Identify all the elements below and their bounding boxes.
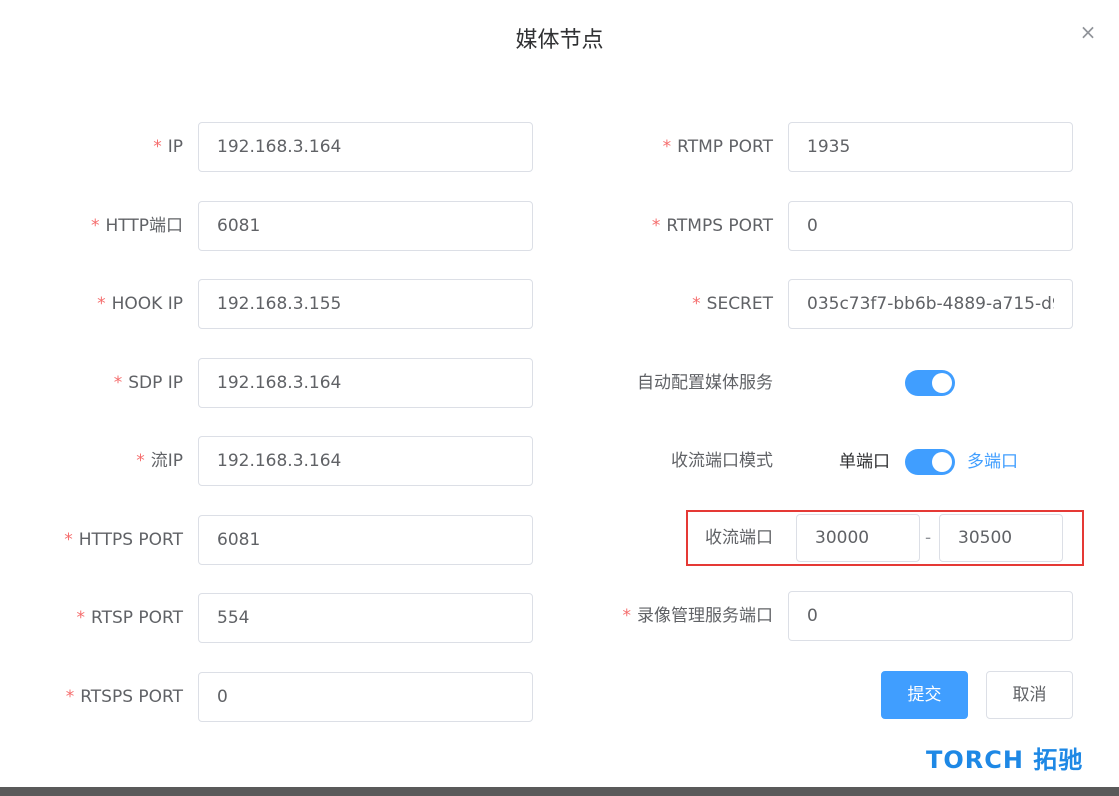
secret-label-text: SECRET (706, 294, 773, 314)
rtmps-port-label: * RTMPS PORT (560, 201, 773, 251)
auto-config-switch[interactable] (905, 370, 955, 396)
rtmps-port-input[interactable] (788, 201, 1073, 251)
record-port-input[interactable] (788, 591, 1073, 641)
bottom-bar (0, 787, 1119, 796)
sdp-ip-label: * SDP IP (0, 358, 183, 408)
https-port-label-text: HTTPS PORT (78, 530, 183, 550)
sdp-ip-label-text: SDP IP (128, 373, 183, 393)
auto-config-label: 自动配置媒体服务 (637, 373, 773, 393)
required-mark: * (65, 687, 75, 707)
rtsps-port-label-text: RTSPS PORT (80, 687, 183, 707)
single-port-text[interactable]: 单端口 (839, 449, 890, 475)
required-mark: * (113, 373, 123, 393)
switch-knob (932, 373, 952, 393)
http-port-label: * HTTP端口 (0, 201, 183, 251)
port-range-separator: - (925, 528, 932, 548)
hook-ip-label-text: HOOK IP (111, 294, 183, 314)
stream-ip-label: * 流IP (0, 436, 183, 486)
close-icon[interactable]: × (1078, 22, 1098, 42)
rtsps-port-input[interactable] (198, 672, 533, 722)
hook-ip-label: * HOOK IP (0, 279, 183, 329)
required-mark: * (64, 530, 73, 550)
record-port-label: * 录像管理服务端口 (560, 591, 774, 641)
ip-input[interactable] (198, 122, 533, 172)
https-port-label: * HTTPS PORT (0, 515, 183, 565)
stream-ip-input[interactable] (198, 436, 533, 486)
port-range-start-input[interactable] (796, 514, 920, 562)
secret-label: * SECRET (560, 279, 773, 329)
rtsp-port-label: * RTSP PORT (0, 593, 184, 643)
rtsp-port-label-text: RTSP PORT (91, 608, 183, 628)
submit-button[interactable]: 提交 (881, 671, 968, 719)
stream-ip-label-text: 流IP (150, 451, 183, 471)
required-mark: * (662, 137, 672, 157)
rtsp-port-input[interactable] (198, 593, 533, 643)
https-port-input[interactable] (198, 515, 533, 565)
secret-input[interactable] (788, 279, 1073, 329)
required-mark: * (153, 137, 162, 157)
switch-knob (932, 452, 952, 472)
http-port-label-text: HTTP端口 (105, 216, 183, 236)
hook-ip-input[interactable] (198, 279, 533, 329)
required-mark: * (692, 294, 701, 314)
record-port-label-text: 录像管理服务端口 (637, 606, 773, 626)
brand-logo: TORCH 拓驰 (926, 746, 1084, 774)
required-mark: * (97, 294, 106, 314)
required-mark: * (651, 216, 661, 236)
port-range-end-input[interactable] (939, 514, 1063, 562)
sdp-ip-input[interactable] (198, 358, 533, 408)
rtsps-port-label: * RTSPS PORT (0, 672, 183, 722)
required-mark: * (90, 216, 100, 236)
required-mark: * (136, 451, 145, 471)
port-mode-label: 收流端口模式 (671, 451, 773, 471)
http-port-input[interactable] (198, 201, 533, 251)
required-mark: * (76, 608, 86, 628)
required-mark: * (622, 606, 632, 626)
rtmp-port-input[interactable] (788, 122, 1073, 172)
port-range-label: 收流端口 (705, 528, 773, 548)
rtmp-port-label: * RTMP PORT (560, 122, 773, 172)
ip-label: * IP (0, 122, 183, 172)
rtmps-port-label-text: RTMPS PORT (666, 216, 773, 236)
cancel-button[interactable]: 取消 (986, 671, 1073, 719)
ip-label-text: IP (167, 137, 183, 157)
rtmp-port-label-text: RTMP PORT (677, 137, 773, 157)
dialog-title: 媒体节点 (515, 28, 604, 53)
port-mode-switch[interactable] (905, 449, 955, 475)
multi-port-text[interactable]: 多端口 (967, 449, 1018, 475)
